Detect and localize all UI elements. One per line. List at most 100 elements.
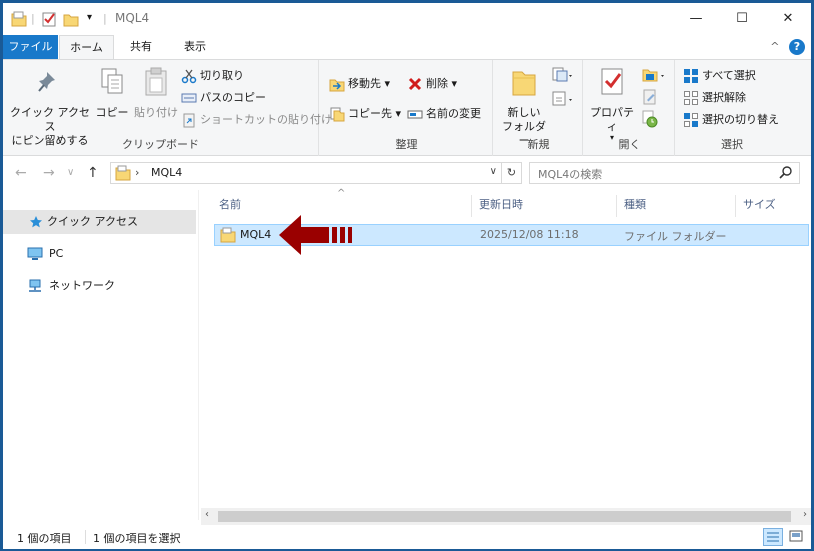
rename-icon <box>407 110 423 119</box>
copy-path-label: パスのコピー <box>200 91 266 104</box>
collapse-ribbon-icon[interactable]: ^ <box>770 40 779 53</box>
edit-icon[interactable] <box>641 88 659 106</box>
pin-label-1: クイック アクセス <box>10 106 90 133</box>
invert-selection-label: 選択の切り替え <box>702 113 779 126</box>
close-button[interactable]: ✕ <box>765 3 811 35</box>
select-all-button[interactable]: すべて選択 <box>683 66 756 86</box>
cut-label: 切り取り <box>200 69 244 82</box>
help-icon[interactable]: ? <box>789 39 805 55</box>
scrollbar-thumb[interactable] <box>218 511 791 522</box>
search-box[interactable]: MQL4の検索 <box>529 162 800 184</box>
nav-pc[interactable]: PC <box>3 242 196 266</box>
column-date[interactable]: 更新日時 <box>479 190 523 220</box>
ribbon-controls: ^ ? <box>770 39 805 55</box>
horizontal-scrollbar[interactable]: ‹ › <box>201 508 811 525</box>
properties-quick-icon[interactable] <box>41 11 57 27</box>
search-placeholder: MQL4の検索 <box>538 168 603 181</box>
details-view-icon <box>767 532 779 542</box>
refresh-icon[interactable]: ↻ <box>502 162 522 184</box>
new-folder-icon <box>512 71 536 96</box>
move-to-button[interactable]: 移動先 ▾ <box>329 74 390 94</box>
back-arrow-icon[interactable]: ← <box>15 165 27 181</box>
select-all-label: すべて選択 <box>702 69 756 82</box>
properties-button[interactable]: プロパティ ▾ <box>587 66 637 142</box>
delete-button[interactable]: 削除 ▾ <box>407 74 457 94</box>
rename-button[interactable]: 名前の変更 <box>407 104 481 124</box>
up-arrow-icon[interactable]: ↑ <box>87 165 99 181</box>
copy-path-icon <box>181 93 197 103</box>
invert-selection-button[interactable]: 選択の切り替え <box>683 110 779 130</box>
open-icon[interactable] <box>641 66 669 84</box>
ribbon: クイック アクセス にピン留めする コピー 貼り付け 切り取り パスのコピー シ… <box>3 59 811 156</box>
tab-view[interactable]: 表示 <box>169 35 221 59</box>
select-none-icon <box>684 91 698 105</box>
column-size[interactable]: サイズ <box>743 190 776 220</box>
scissors-icon <box>181 69 197 84</box>
nav-network-label: ネットワーク <box>49 279 115 292</box>
network-icon <box>29 279 41 292</box>
file-type: ファイル フォルダー <box>624 230 727 243</box>
large-icons-view-button[interactable] <box>787 528 807 546</box>
open-group: プロパティ ▾ 開く <box>585 60 675 156</box>
nav-quick-access[interactable]: クイック アクセス <box>3 210 196 234</box>
ribbon-tabs: ファイル ホーム 共有 表示 ^ ? <box>3 35 811 60</box>
properties-icon <box>601 68 623 95</box>
select-none-label: 選択解除 <box>702 91 746 104</box>
paste-button[interactable]: 貼り付け <box>133 66 179 120</box>
nav-pc-label: PC <box>49 247 64 260</box>
cut-button[interactable]: 切り取り <box>181 66 244 86</box>
title-bar: | ▾ | MQL4 — ☐ ✕ <box>3 3 811 35</box>
column-divider[interactable] <box>735 195 736 217</box>
star-icon <box>30 216 42 228</box>
copy-button[interactable]: コピー <box>93 66 131 120</box>
tab-file[interactable]: ファイル <box>3 35 58 59</box>
explorer-window: | ▾ | MQL4 — ☐ ✕ ファイル ホーム 共有 表示 ^ ? クイック… <box>2 2 812 549</box>
column-divider[interactable] <box>471 195 472 217</box>
breadcrumb-path[interactable]: MQL4 <box>151 166 182 179</box>
column-divider[interactable] <box>616 195 617 217</box>
details-view-button[interactable] <box>763 528 783 546</box>
tab-share[interactable]: 共有 <box>116 35 166 59</box>
clipboard-group-label: クリップボード <box>122 138 199 151</box>
tab-home[interactable]: ホーム <box>59 35 114 60</box>
new-group: 新しい フォルダー 新規 <box>495 60 583 156</box>
folder-icon <box>220 227 236 243</box>
column-name[interactable]: 名前 <box>219 190 241 220</box>
easy-access-icon[interactable] <box>551 90 575 108</box>
address-bar[interactable]: › MQL4 ∨ <box>110 162 502 184</box>
recent-dropdown-icon[interactable]: ∨ <box>67 167 74 178</box>
organize-group-label: 整理 <box>395 138 418 151</box>
new-item-icon[interactable] <box>551 66 575 84</box>
clipboard-group: クイック アクセス にピン留めする コピー 貼り付け 切り取り パスのコピー シ… <box>3 60 332 156</box>
item-count: 1 個の項目 <box>17 532 72 545</box>
delete-x-icon <box>408 77 422 91</box>
copy-label: コピー <box>95 106 129 119</box>
pointer-arrow-annotation <box>279 215 352 255</box>
column-type[interactable]: 種類 <box>624 190 646 220</box>
paste-shortcut-label: ショートカットの貼り付け <box>200 113 332 126</box>
nav-network[interactable]: ネットワーク <box>3 274 196 298</box>
clipboard-icon <box>145 67 167 96</box>
customize-quick-access-icon[interactable]: ▾ <box>87 12 92 23</box>
properties-label: プロパティ <box>590 106 634 133</box>
new-folder-label-1: 新しい <box>507 106 541 119</box>
folder-app-icon <box>11 11 27 27</box>
select-none-button[interactable]: 選択解除 <box>683 88 746 108</box>
select-group: すべて選択 選択解除 選択の切り替え 選択 <box>677 60 787 156</box>
address-dropdown-icon[interactable]: ∨ <box>490 166 497 177</box>
copy-to-button[interactable]: コピー先 ▾ <box>329 104 401 124</box>
scroll-left-icon[interactable]: ‹ <box>205 509 209 520</box>
rename-label: 名前の変更 <box>426 107 481 120</box>
new-folder-quick-icon[interactable] <box>63 11 79 27</box>
forward-arrow-icon[interactable]: → <box>43 165 55 181</box>
maximize-button[interactable]: ☐ <box>719 3 765 35</box>
search-icon[interactable] <box>779 165 793 179</box>
minimize-button[interactable]: — <box>673 3 719 35</box>
copy-path-button[interactable]: パスのコピー <box>181 88 266 108</box>
breadcrumb-separator[interactable]: › <box>135 166 139 179</box>
history-icon[interactable] <box>641 110 659 128</box>
paste-shortcut-button[interactable]: ショートカットの貼り付け <box>181 110 332 130</box>
scroll-right-icon[interactable]: › <box>803 509 807 520</box>
window-title: MQL4 <box>115 11 150 25</box>
pin-icon <box>38 72 55 92</box>
